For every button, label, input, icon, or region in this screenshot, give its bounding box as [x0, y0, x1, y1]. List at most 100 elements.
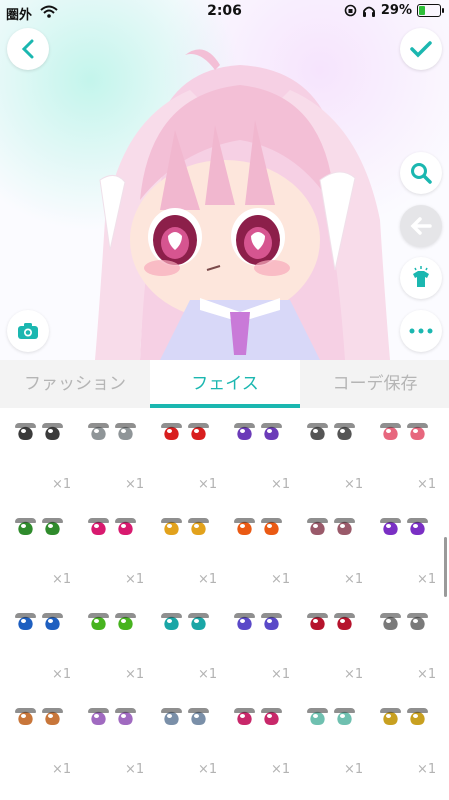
item-count: ×1 [125, 762, 145, 777]
item-count: ×1 [198, 762, 218, 777]
item-count: ×1 [271, 477, 291, 492]
right-eye-icon [334, 423, 355, 440]
eye-item[interactable]: ×1 [150, 598, 222, 690]
orientation-lock-icon [344, 4, 357, 17]
eye-item[interactable]: ×1 [223, 408, 295, 500]
eye-item[interactable]: ×1 [77, 408, 149, 500]
right-eye-icon [188, 518, 209, 535]
left-eye-icon [88, 708, 109, 725]
chevron-left-icon [21, 39, 34, 59]
eye-item[interactable]: ×1 [369, 693, 441, 785]
eye-item[interactable]: ×1 [77, 503, 149, 595]
search-icon [411, 163, 432, 184]
left-eye-icon [380, 708, 401, 725]
eye-item[interactable]: ×1 [4, 598, 76, 690]
left-eye-icon [161, 518, 182, 535]
item-count: ×1 [198, 667, 218, 682]
eye-item[interactable]: ×1 [77, 598, 149, 690]
eye-item[interactable]: ×1 [223, 598, 295, 690]
eye-item[interactable]: ×1 [223, 693, 295, 785]
right-eye-icon [407, 423, 428, 440]
left-eye-icon [307, 423, 328, 440]
left-eye-icon [15, 423, 36, 440]
left-eye-icon [234, 518, 255, 535]
right-eye-icon [261, 423, 282, 440]
avatar-preview [0, 0, 449, 360]
left-eye-icon [234, 708, 255, 725]
item-count: ×1 [198, 477, 218, 492]
arrow-left-icon [410, 217, 432, 235]
item-count: ×1 [271, 762, 291, 777]
tab-saved-outfits[interactable]: コーデ保存 [300, 360, 449, 408]
eye-item[interactable]: ×1 [4, 503, 76, 595]
right-eye-icon [407, 708, 428, 725]
item-count: ×1 [198, 572, 218, 587]
more-button[interactable] [400, 310, 442, 352]
left-eye-icon [161, 423, 182, 440]
item-count: ×1 [52, 762, 72, 777]
item-count: ×1 [271, 667, 291, 682]
zoom-button[interactable] [400, 152, 442, 194]
left-eye-icon [15, 613, 36, 630]
right-eye-icon [188, 708, 209, 725]
confirm-button[interactable] [400, 28, 442, 70]
item-count: ×1 [344, 762, 364, 777]
eye-item[interactable]: ×1 [150, 408, 222, 500]
eye-item[interactable]: ×1 [369, 503, 441, 595]
item-count: ×1 [125, 572, 145, 587]
right-eye-icon [261, 708, 282, 725]
left-eye-icon [234, 613, 255, 630]
left-eye-icon [88, 423, 109, 440]
item-count: ×1 [125, 667, 145, 682]
item-count: ×1 [417, 572, 437, 587]
item-count: ×1 [344, 572, 364, 587]
camera-button[interactable] [7, 310, 49, 352]
left-eye-icon [380, 518, 401, 535]
right-eye-icon [407, 613, 428, 630]
right-eye-icon [115, 708, 136, 725]
scrollbar[interactable] [444, 537, 447, 597]
eye-item[interactable]: ×1 [296, 408, 368, 500]
left-eye-icon [307, 708, 328, 725]
right-eye-icon [334, 518, 355, 535]
battery-icon [417, 4, 444, 17]
item-count: ×1 [344, 477, 364, 492]
left-eye-icon [380, 613, 401, 630]
eye-item[interactable]: ×1 [369, 598, 441, 690]
shirt-sparkle-icon [413, 266, 429, 287]
left-eye-icon [15, 708, 36, 725]
back-button[interactable] [7, 28, 49, 70]
tab-face[interactable]: フェイス [150, 360, 300, 408]
left-eye-icon [234, 423, 255, 440]
left-eye-icon [161, 613, 182, 630]
eye-item[interactable]: ×1 [4, 693, 76, 785]
right-eye-icon [261, 518, 282, 535]
item-count: ×1 [344, 667, 364, 682]
item-grid: ×1 ×1 ×1 ×1 ×1 ×1 ×1 ×1 ×1 ×1 ×1 ×1 ×1 ×1 ×1 ×1 ×1 ×1 ×1 ×1… [0, 408, 449, 800]
undo-button[interactable] [400, 205, 442, 247]
eye-item[interactable]: ×1 [150, 503, 222, 595]
eye-item[interactable]: ×1 [150, 693, 222, 785]
eye-item[interactable]: ×1 [296, 503, 368, 595]
eye-item[interactable]: ×1 [77, 693, 149, 785]
outfit-button[interactable] [400, 257, 442, 299]
item-count: ×1 [417, 477, 437, 492]
right-eye-icon [261, 613, 282, 630]
right-eye-icon [115, 518, 136, 535]
right-eye-icon [334, 613, 355, 630]
eye-item[interactable]: ×1 [296, 693, 368, 785]
right-eye-icon [42, 613, 63, 630]
right-eye-icon [42, 423, 63, 440]
left-eye-icon [380, 423, 401, 440]
eye-item[interactable]: ×1 [4, 408, 76, 500]
right-eye-icon [407, 518, 428, 535]
right-eye-icon [188, 613, 209, 630]
item-count: ×1 [271, 572, 291, 587]
eye-item[interactable]: ×1 [369, 408, 441, 500]
item-count: ×1 [52, 572, 72, 587]
eye-item[interactable]: ×1 [296, 598, 368, 690]
left-eye-icon [88, 518, 109, 535]
left-eye-icon [307, 518, 328, 535]
tab-fashion[interactable]: ファッション [0, 360, 150, 408]
eye-item[interactable]: ×1 [223, 503, 295, 595]
